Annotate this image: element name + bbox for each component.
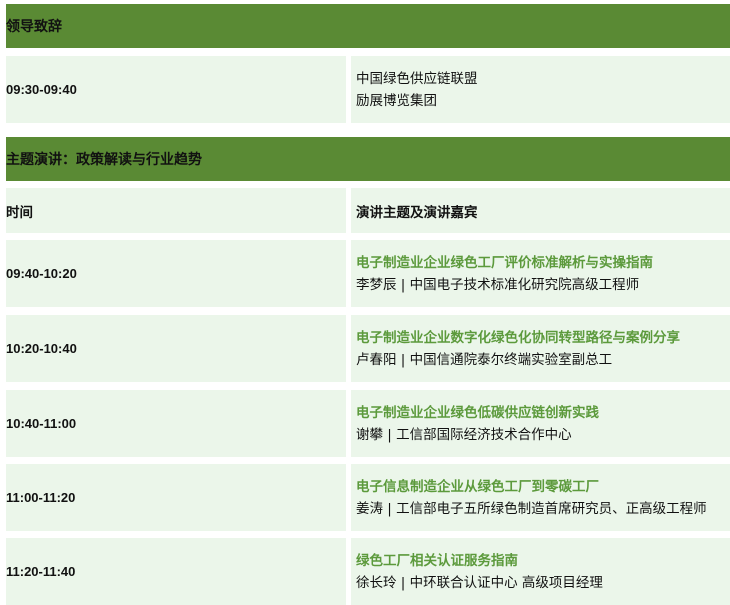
talk-title: 电子制造业企业绿色工厂评价标准解析与实操指南 [356,254,653,271]
talk-row: 11:20-11:40 绿色工厂相关认证服务指南 徐长玲 | 中环联合认证中心 … [6,538,730,605]
talk-cell: 电子信息制造企业从绿色工厂到零碳工厂 姜涛 | 工信部电子五所绿色制造首席研究员… [351,464,730,531]
agenda-page: 领导致辞 09:30-09:40 中国绿色供应链联盟 励展博览集团 主题演讲：政… [0,0,730,605]
topic-column-header: 演讲主题及演讲嘉宾 [356,204,478,221]
talk-speaker: 李梦辰 | 中国电子技术标准化研究院高级工程师 [356,276,640,293]
section-header-keynote: 主题演讲：政策解读与行业趋势 [6,137,730,181]
time-cell: 09:40-10:20 [6,240,346,307]
talk-speaker: 徐长玲 | 中环联合认证中心 高级项目经理 [356,574,603,591]
section-title: 主题演讲：政策解读与行业趋势 [6,152,202,168]
talk-title: 电子制造业企业绿色低碳供应链创新实践 [356,404,599,421]
talk-cell: 电子制造业企业绿色低碳供应链创新实践 谢攀 | 工信部国际经济技术合作中心 [351,390,730,457]
time-cell: 11:20-11:40 [6,538,346,605]
talk-speaker: 卢春阳 | 中国信通院泰尔终端实验室副总工 [356,351,613,368]
talk-title: 绿色工厂相关认证服务指南 [356,552,518,569]
time-cell: 10:40-11:00 [6,390,346,457]
talk-row: 10:40-11:00 电子制造业企业绿色低碳供应链创新实践 谢攀 | 工信部国… [6,390,730,457]
organizer-line: 中国绿色供应链联盟 [356,70,478,87]
talk-title: 电子制造业企业数字化绿色化协同转型路径与案例分享 [356,329,680,346]
talk-title: 电子信息制造企业从绿色工厂到零碳工厂 [356,478,599,495]
organizer-cell: 中国绿色供应链联盟 励展博览集团 [351,56,730,123]
talk-row: 09:40-10:20 电子制造业企业绿色工厂评价标准解析与实操指南 李梦辰 |… [6,240,730,307]
talk-speaker: 谢攀 | 工信部国际经济技术合作中心 [356,426,572,443]
section-header-leaders: 领导致辞 [6,4,730,48]
time-cell: 11:00-11:20 [6,464,346,531]
talk-cell: 电子制造业企业绿色工厂评价标准解析与实操指南 李梦辰 | 中国电子技术标准化研究… [351,240,730,307]
time-cell: 09:30-09:40 [6,56,346,123]
talk-row: 10:20-10:40 电子制造业企业数字化绿色化协同转型路径与案例分享 卢春阳… [6,315,730,382]
talk-speaker: 姜涛 | 工信部电子五所绿色制造首席研究员、正高级工程师 [356,500,707,517]
topic-column-header-cell: 演讲主题及演讲嘉宾 [351,188,730,233]
talk-cell: 电子制造业企业数字化绿色化协同转型路径与案例分享 卢春阳 | 中国信通院泰尔终端… [351,315,730,382]
talk-cell: 绿色工厂相关认证服务指南 徐长玲 | 中环联合认证中心 高级项目经理 [351,538,730,605]
section-title: 领导致辞 [6,19,62,35]
organizer-line: 励展博览集团 [356,92,437,109]
time-cell: 10:20-10:40 [6,315,346,382]
time-column-header: 时间 [6,188,346,233]
table-header-row: 时间 演讲主题及演讲嘉宾 [6,188,730,233]
leader-speech-row: 09:30-09:40 中国绿色供应链联盟 励展博览集团 [6,56,730,123]
talk-row: 11:00-11:20 电子信息制造企业从绿色工厂到零碳工厂 姜涛 | 工信部电… [6,464,730,531]
